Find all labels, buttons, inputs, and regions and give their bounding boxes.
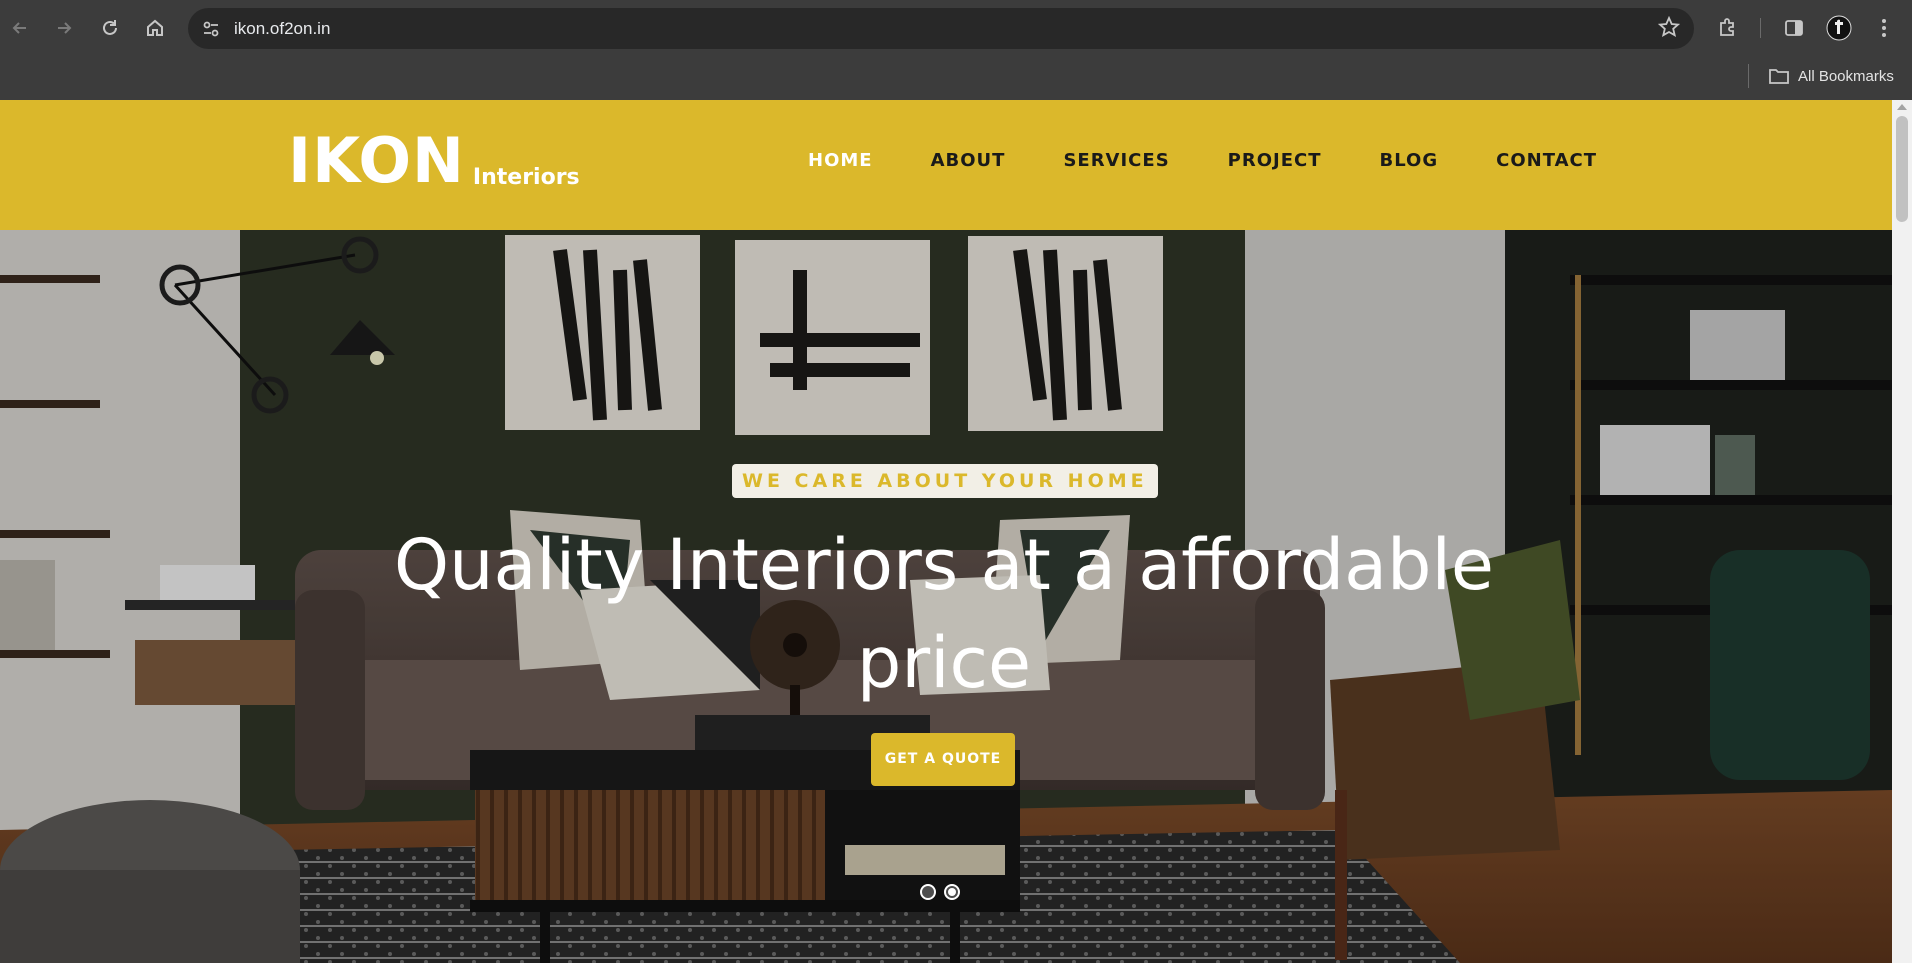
bookmarks-divider [1748, 64, 1749, 88]
extensions-icon[interactable] [1712, 12, 1744, 44]
side-panel-icon[interactable] [1778, 12, 1810, 44]
browser-toolbar: ikon.of2on.in [0, 0, 1912, 56]
url-text[interactable]: ikon.of2on.in [234, 19, 330, 39]
logo-sub-text: Interiors [472, 165, 580, 190]
headline-line-2: price [856, 622, 1032, 704]
address-bar[interactable]: ikon.of2on.in [188, 8, 1694, 49]
nav-home[interactable]: HOME [808, 150, 873, 171]
folder-icon [1769, 69, 1789, 84]
back-icon[interactable] [4, 12, 36, 44]
slider-dot-2[interactable] [944, 884, 960, 900]
nav-blog[interactable]: BLOG [1380, 150, 1439, 171]
logo-main-text: IKON [288, 124, 465, 197]
page-scrollbar[interactable] [1892, 100, 1912, 963]
nav-services[interactable]: SERVICES [1063, 150, 1169, 171]
slider-dot-1[interactable] [920, 884, 936, 900]
scroll-up-icon[interactable] [1897, 104, 1907, 110]
hero-slider: WE CARE ABOUT YOUR HOME Quality Interior… [0, 230, 1892, 963]
all-bookmarks-button[interactable]: All Bookmarks [1768, 64, 1894, 88]
nav-project[interactable]: PROJECT [1228, 150, 1322, 171]
site-logo[interactable]: IKON Interiors [288, 130, 580, 192]
nav-contact[interactable]: CONTACT [1496, 150, 1597, 171]
browser-chrome: ikon.of2on.in All Bookmarks [0, 0, 1912, 100]
toolbar-divider [1760, 18, 1761, 38]
bookmark-star-icon[interactable] [1657, 15, 1681, 44]
hero-tagline: WE CARE ABOUT YOUR HOME [732, 464, 1158, 498]
page-viewport: WE CARE ABOUT YOUR HOME Quality Interior… [0, 100, 1892, 963]
site-settings-icon[interactable] [200, 18, 222, 40]
scroll-thumb[interactable] [1896, 116, 1908, 222]
get-a-quote-button[interactable]: GET A QUOTE [871, 733, 1015, 786]
main-nav: HOME ABOUT SERVICES PROJECT BLOG CONTACT [808, 150, 1655, 171]
bookmarks-bar: All Bookmarks [0, 56, 1912, 100]
headline-line-1: Quality Interiors at a affordable [394, 524, 1494, 606]
profile-avatar[interactable] [1823, 12, 1855, 44]
slider-pagination [920, 884, 960, 900]
forward-icon[interactable] [48, 12, 80, 44]
reload-icon[interactable] [94, 12, 126, 44]
menu-icon[interactable] [1868, 12, 1900, 44]
site-header: IKON Interiors HOME ABOUT SERVICES PROJE… [0, 100, 1892, 230]
nav-about[interactable]: ABOUT [931, 150, 1006, 171]
all-bookmarks-label: All Bookmarks [1798, 67, 1894, 85]
home-icon[interactable] [139, 12, 171, 44]
hero-headline: Quality Interiors at a affordable price [300, 516, 1588, 712]
